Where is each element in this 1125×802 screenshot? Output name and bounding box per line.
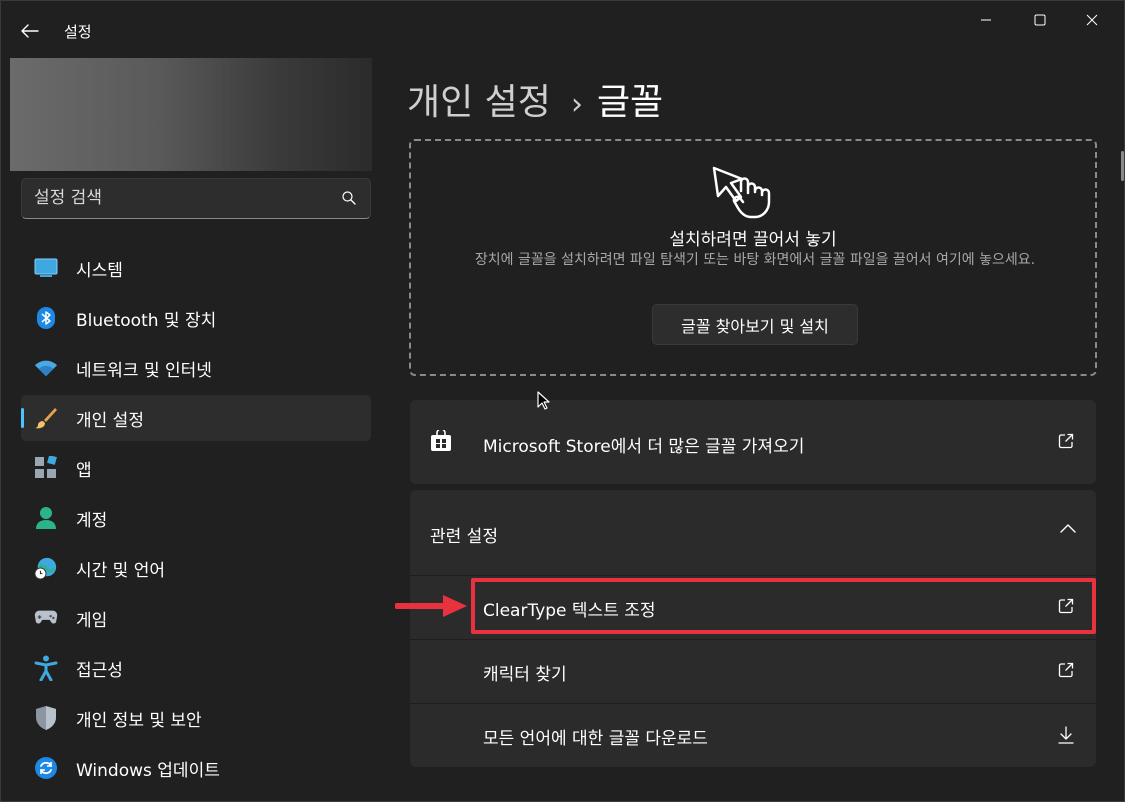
sidebar-item-accessibility[interactable]: 접근성 (21, 645, 371, 691)
time-language-icon (34, 556, 58, 580)
sidebar-item-label: Windows 업데이트 (76, 760, 220, 781)
sidebar-item-label: 네트워크 및 인터넷 (76, 360, 212, 381)
chevron-up-icon[interactable] (1060, 524, 1076, 534)
close-button[interactable] (1069, 5, 1115, 35)
vertical-scrollbar[interactable] (1121, 151, 1124, 181)
sidebar-item-label: 계정 (76, 510, 108, 531)
settings-search-box[interactable] (21, 178, 371, 219)
sidebar-item-system[interactable]: 시스템 (21, 245, 371, 291)
cleartype-highlight-box (471, 578, 1096, 634)
title-bar: 설정 (1, 1, 1125, 45)
breadcrumb-parent[interactable]: 개인 설정 (407, 82, 551, 123)
search-icon[interactable] (342, 191, 356, 205)
back-button[interactable] (15, 17, 45, 45)
system-icon (34, 256, 58, 280)
sidebar-item-windows-update[interactable]: Windows 업데이트 (21, 745, 371, 791)
sidebar-item-label: 시간 및 언어 (76, 560, 166, 581)
wifi-icon (34, 356, 58, 380)
external-link-icon (1058, 662, 1074, 678)
search-input[interactable] (34, 179, 334, 217)
maximize-icon (1034, 14, 1046, 26)
sidebar-item-accounts[interactable]: 계정 (21, 495, 371, 541)
account-icon (34, 506, 58, 530)
page-title: 개인 설정 › 글꼴 (407, 73, 663, 125)
sidebar-item-privacy[interactable]: 개인 정보 및 보안 (21, 695, 371, 741)
drag-hand-icon (712, 166, 771, 219)
sidebar-item-label: Bluetooth 및 장치 (76, 310, 217, 331)
bluetooth-icon (34, 306, 58, 330)
microsoft-store-fonts-link[interactable]: Microsoft Store에서 더 많은 글꼴 가져오기 (410, 400, 1096, 484)
related-item-label: 캐릭터 찾기 (483, 665, 567, 685)
mouse-pointer-icon (537, 391, 550, 410)
sidebar-item-label: 시스템 (76, 260, 123, 281)
sidebar-item-label: 개인 설정 (76, 410, 144, 431)
user-profile-banner[interactable] (10, 58, 372, 171)
breadcrumb-separator: › (570, 87, 583, 122)
character-map-link[interactable]: 캐릭터 찾기 (410, 639, 1096, 701)
breadcrumb-current: 글꼴 (596, 82, 664, 123)
browse-install-fonts-button[interactable]: 글꼴 찾아보기 및 설치 (652, 304, 858, 345)
related-settings-title: 관련 설정 (430, 527, 498, 547)
font-drop-zone[interactable]: 설치하려면 끌어서 놓기 장치에 글꼴을 설치하려면 파일 탐색기 또는 바탕 … (409, 139, 1097, 376)
window-title: 설정 (64, 23, 92, 41)
back-arrow-icon (21, 24, 39, 38)
settings-window: 설정 시스템 Bluetooth 및 장치 (0, 0, 1125, 802)
accessibility-icon (34, 655, 58, 681)
sidebar-nav: 시스템 Bluetooth 및 장치 네트워크 및 인터넷 개인 설정 앱 계정… (21, 245, 371, 795)
drop-zone-title: 설치하려면 끌어서 놓기 (669, 230, 837, 250)
shield-icon (34, 706, 58, 730)
sidebar-item-personalization[interactable]: 개인 설정 (21, 395, 371, 441)
related-item-label: 모든 언어에 대한 글꼴 다운로드 (483, 729, 708, 749)
update-icon (34, 756, 58, 780)
sidebar-item-gaming[interactable]: 게임 (21, 595, 371, 641)
sidebar-item-label: 개인 정보 및 보안 (76, 710, 202, 731)
minimize-icon (981, 19, 991, 21)
red-arrow-icon (395, 595, 467, 617)
sidebar-item-label: 앱 (76, 460, 92, 481)
close-icon (1086, 14, 1098, 26)
sidebar-item-label: 접근성 (76, 660, 123, 681)
sidebar-item-apps[interactable]: 앱 (21, 445, 371, 491)
drop-zone-description: 장치에 글꼴을 설치하려면 파일 탐색기 또는 바탕 화면에서 글꼴 파일을 끌… (474, 252, 1036, 268)
apps-icon (34, 456, 58, 480)
sidebar-item-time-language[interactable]: 시간 및 언어 (21, 545, 371, 591)
store-icon (431, 430, 451, 451)
download-fonts-all-languages-link[interactable]: 모든 언어에 대한 글꼴 다운로드 (410, 703, 1096, 765)
minimize-button[interactable] (963, 5, 1009, 35)
external-link-icon (1058, 433, 1074, 449)
sidebar-item-label: 게임 (76, 610, 108, 631)
sidebar-item-bluetooth[interactable]: Bluetooth 및 장치 (21, 295, 371, 341)
related-settings-header[interactable]: 관련 설정 (410, 490, 1096, 574)
sidebar-item-network[interactable]: 네트워크 및 인터넷 (21, 345, 371, 391)
maximize-button[interactable] (1017, 5, 1063, 35)
download-icon (1058, 726, 1074, 744)
gaming-icon (34, 606, 58, 630)
brush-icon (34, 406, 58, 430)
store-card-label: Microsoft Store에서 더 많은 글꼴 가져오기 (483, 437, 805, 457)
